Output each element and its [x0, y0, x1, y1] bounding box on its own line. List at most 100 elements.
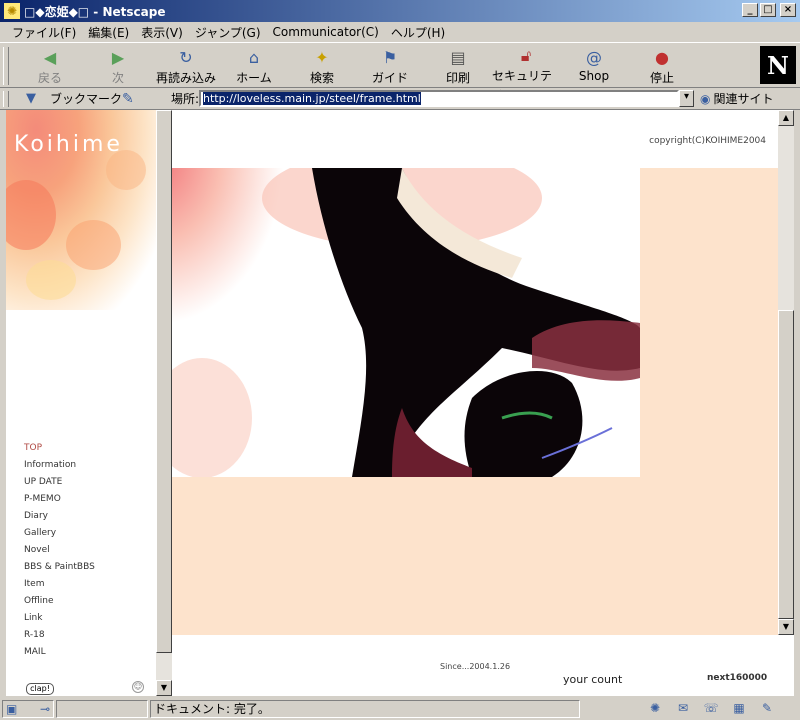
- bookmarks-label: ブックマーク: [50, 92, 123, 106]
- connection-status-cell[interactable]: ▣ ⊸: [2, 699, 54, 718]
- nav-novel[interactable]: Novel: [24, 542, 95, 559]
- print-label: 印刷: [445, 71, 470, 85]
- guide-label: ガイド: [371, 71, 408, 85]
- forward-button[interactable]: ▶ 次: [84, 43, 152, 87]
- title-bar[interactable]: ✺ □◆恋姫◆□ - Netscape _ □ ×: [0, 0, 800, 22]
- menu-go[interactable]: ジャンプ(G): [189, 24, 267, 41]
- component-bar: ✺ ✉ ☏ ▦ ✎: [644, 700, 778, 716]
- back-label: 戻る: [37, 71, 62, 85]
- online-status-icon: ⊸: [39, 701, 50, 716]
- edit-icon[interactable]: ✎: [756, 700, 778, 716]
- your-count-label: your count: [563, 673, 623, 686]
- progress-cell: [56, 699, 148, 718]
- left-nav-frame: Koihime TOP Information UP DATE P-MEMO D…: [6, 110, 156, 696]
- left-frame-scrollbar[interactable]: ▼: [156, 110, 172, 696]
- forward-arrow-icon: ▶: [111, 47, 125, 67]
- window-title: □◆恋姫◆□ - Netscape: [24, 4, 166, 19]
- status-message: ドキュメント: 完了。: [154, 702, 270, 716]
- reload-icon: ↻: [179, 47, 193, 67]
- mail-icon[interactable]: ✉: [672, 700, 694, 716]
- navigation-toolbar: ◀ 戻る ▶ 次 ↻ 再読み込み ⌂ ホーム ✦ 検索 ⚑ ガイド ▤ 印刷 🔓…: [0, 42, 800, 100]
- netscape-logo[interactable]: N: [760, 46, 796, 84]
- status-message-cell: ドキュメント: 完了。: [150, 699, 580, 718]
- url-dropdown-button[interactable]: ▾: [679, 90, 694, 107]
- related-sites-icon: ◉: [700, 91, 711, 106]
- smiley-icon: ☺: [132, 681, 144, 693]
- nav-diary[interactable]: Diary: [24, 508, 95, 525]
- search-label: 検索: [309, 71, 334, 85]
- shop-button[interactable]: @ Shop: [560, 43, 628, 87]
- print-icon: ▤: [450, 47, 466, 67]
- bookmarks-button[interactable]: ▼ ブックマーク: [26, 90, 122, 107]
- forward-label: 次: [111, 71, 124, 85]
- security-status-icon: ▣: [6, 701, 18, 716]
- menu-edit[interactable]: 編集(E): [82, 24, 135, 41]
- next-count-label: next160000: [707, 673, 768, 683]
- stop-button[interactable]: ● 停止: [628, 43, 696, 87]
- discussion-icon[interactable]: ☏: [700, 700, 722, 716]
- status-bar: ▣ ⊸ ドキュメント: 完了。 ✺ ✉ ☏ ▦ ✎: [0, 697, 800, 720]
- clap-button[interactable]: clap!: [26, 683, 54, 695]
- related-sites-label: 関連サイト: [713, 92, 774, 106]
- back-arrow-icon: ◀: [43, 47, 57, 67]
- search-button[interactable]: ✦ 検索: [288, 43, 356, 87]
- nav-bbs[interactable]: BBS & PaintBBS: [24, 559, 95, 576]
- location-bar: ▼ ブックマーク ✎ 場所: http://loveless.main.jp/s…: [0, 88, 800, 110]
- nav-r18[interactable]: R-18: [24, 627, 95, 644]
- netscape-app-icon: ✺: [4, 3, 20, 19]
- page-proxy-icon[interactable]: ✎: [122, 91, 134, 107]
- main-scroll-down-arrow[interactable]: ▼: [778, 619, 794, 635]
- menu-view[interactable]: 表示(V): [135, 24, 189, 41]
- guide-button[interactable]: ⚑ ガイド: [356, 43, 424, 87]
- menu-help[interactable]: ヘルプ(H): [385, 24, 451, 41]
- nav-information[interactable]: Information: [24, 457, 95, 474]
- url-text: http://loveless.main.jp/steel/frame.html: [203, 92, 421, 105]
- print-button[interactable]: ▤ 印刷: [424, 43, 492, 87]
- main-frame-scrollbar[interactable]: ▲ ▼: [778, 110, 794, 635]
- site-nav: TOP Information UP DATE P-MEMO Diary Gal…: [24, 440, 95, 661]
- security-button[interactable]: 🔓︎ セキュリティ: [492, 43, 560, 100]
- url-field[interactable]: http://loveless.main.jp/steel/frame.html: [199, 90, 679, 107]
- shop-label: Shop: [578, 69, 610, 83]
- home-label: ホーム: [236, 71, 272, 85]
- menu-file[interactable]: ファイル(F): [6, 24, 82, 41]
- stop-icon: ●: [655, 47, 669, 67]
- nav-update[interactable]: UP DATE: [24, 474, 95, 491]
- site-brand: Koihime: [14, 132, 123, 157]
- main-scroll-up-arrow[interactable]: ▲: [778, 110, 794, 126]
- maximize-button[interactable]: □: [760, 3, 776, 17]
- nav-gallery[interactable]: Gallery: [24, 525, 95, 542]
- menu-communicator[interactable]: Communicator(C): [267, 25, 385, 39]
- nav-mail[interactable]: MAIL: [24, 644, 95, 661]
- left-scroll-down-arrow[interactable]: ▼: [156, 680, 172, 696]
- toolbar-grip[interactable]: [3, 47, 9, 85]
- since-date: Since...2004.1.26: [440, 662, 511, 671]
- main-scroll-thumb[interactable]: [778, 310, 794, 619]
- minimize-button[interactable]: _: [742, 3, 758, 17]
- nav-item[interactable]: Item: [24, 576, 95, 593]
- stop-label: 停止: [649, 71, 674, 85]
- search-icon: ✦: [315, 47, 329, 67]
- nav-p-memo[interactable]: P-MEMO: [24, 491, 95, 508]
- reload-button[interactable]: ↻ 再読み込み: [152, 43, 220, 87]
- home-button[interactable]: ⌂ ホーム: [220, 43, 288, 87]
- location-bar-grip[interactable]: [3, 91, 9, 107]
- menu-bar: ファイル(F) 編集(E) 表示(V) ジャンプ(G) Communicator…: [0, 22, 800, 42]
- footer-frame: Since...2004.1.26 your count next160000: [172, 635, 794, 696]
- guide-icon: ⚑: [382, 47, 398, 67]
- copyright-text: copyright(C)KOIHIME2004: [649, 136, 766, 146]
- top-illustration: [172, 168, 640, 477]
- home-icon: ⌂: [248, 47, 260, 67]
- navigator-icon[interactable]: ✺: [644, 700, 666, 716]
- nav-link[interactable]: Link: [24, 610, 95, 627]
- left-scroll-thumb[interactable]: [156, 110, 172, 653]
- nav-offline[interactable]: Offline: [24, 593, 95, 610]
- related-sites-button[interactable]: ◉ 関連サイト: [700, 90, 774, 107]
- nav-top[interactable]: TOP: [24, 440, 95, 457]
- composer-icon[interactable]: ▦: [728, 700, 750, 716]
- reload-label: 再読み込み: [155, 71, 216, 85]
- lock-icon: 🔓︎: [520, 46, 532, 65]
- close-button[interactable]: ×: [780, 3, 796, 17]
- bookmarks-icon: ▼: [26, 91, 36, 106]
- back-button[interactable]: ◀ 戻る: [16, 43, 84, 87]
